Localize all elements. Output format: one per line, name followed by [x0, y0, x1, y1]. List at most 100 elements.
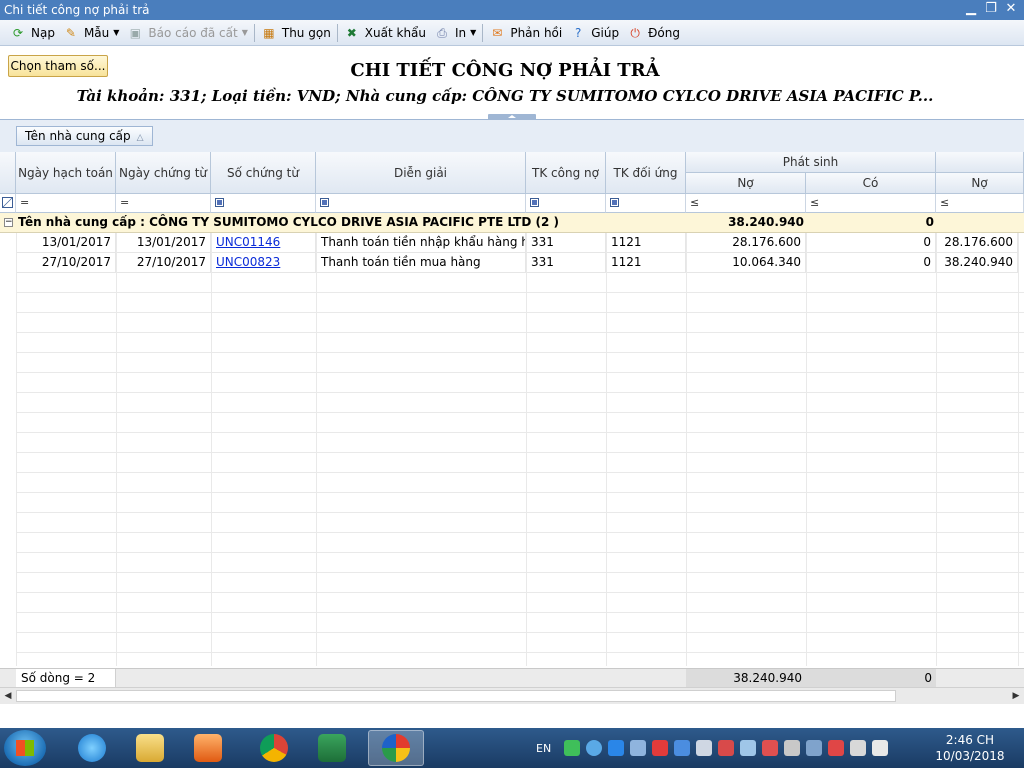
grid-line [526, 233, 527, 666]
cell-ngay-hach-toan: 13/01/2017 [16, 233, 116, 253]
scrollbar-thumb[interactable] [16, 690, 896, 702]
empty-row [16, 373, 1024, 393]
group-label: Tên nhà cung cấp : CÔNG TY SUMITOMO CYLC… [18, 215, 559, 229]
filter-no[interactable]: ≤ [686, 194, 806, 213]
window-title: Chi tiết công nợ phải trả [4, 3, 150, 17]
windows-taskbar: EN 2:46 CH 10/03/2018 [0, 728, 1024, 768]
filter-tk-doi-ung[interactable] [606, 194, 686, 213]
cell-tk-doi-ung: 1121 [606, 253, 686, 273]
cell-ngay-chung-tu: 27/10/2017 [116, 253, 211, 273]
cell-no: 28.176.600 [686, 233, 806, 253]
taskbar-ie[interactable] [64, 730, 120, 766]
voucher-link[interactable]: UNC00823 [216, 255, 280, 269]
system-tray: EN [536, 728, 891, 768]
taskbar-explorer[interactable] [122, 730, 178, 766]
voucher-link[interactable]: UNC01146 [216, 235, 280, 249]
chevron-down-icon: ▼ [113, 28, 120, 37]
minimize-button[interactable]: ▁ [962, 0, 980, 18]
collapse-group-icon[interactable]: − [4, 218, 13, 227]
col-co[interactable]: Có [806, 173, 936, 194]
row-count: Số dòng = 2 [16, 669, 116, 689]
dong-button[interactable]: ⏻ Đóng [623, 22, 684, 44]
unikey-icon[interactable] [718, 740, 735, 756]
col-so-chung-tu[interactable]: Số chứng từ [211, 152, 316, 194]
empty-row [16, 393, 1024, 413]
monitor-icon[interactable] [696, 740, 713, 756]
clock-time: 2:46 CH [945, 733, 995, 747]
connect-icon[interactable] [806, 740, 823, 756]
restore-button[interactable]: ❐ [982, 0, 1000, 18]
col-tk-cong-no[interactable]: TK công nợ [526, 152, 606, 194]
cell-dien-giai: Thanh toán tiền nhập khẩu hàng hóa [316, 233, 526, 253]
report-grid: Tên nhà cung cấp △ Ngày hạch toán Ngày ch… [0, 119, 1024, 704]
grid-line [686, 233, 687, 666]
col-tk-doi-ung[interactable]: TK đối ứng [606, 152, 686, 194]
printer-icon: ⎙ [437, 25, 447, 40]
grid-line [316, 233, 317, 666]
horizontal-scrollbar[interactable]: ◀ ▶ [0, 687, 1024, 704]
col-no[interactable]: Nợ [686, 173, 806, 194]
col-no-2[interactable]: Nợ [936, 173, 1024, 194]
empty-row [16, 593, 1024, 613]
taskbar-misa[interactable] [368, 730, 424, 766]
refresh-icon: ⟳ [12, 25, 24, 40]
taskbar-excel[interactable] [304, 730, 360, 766]
col-dien-giai[interactable]: Diễn giải [316, 152, 526, 194]
mouse-icon[interactable] [784, 740, 801, 756]
network-icon[interactable] [850, 740, 867, 756]
empty-row [16, 533, 1024, 553]
col-ngay-hach-toan[interactable]: Ngày hạch toán [16, 152, 116, 194]
xuat-khau-button[interactable]: ✖ Xuất khẩu [340, 22, 430, 44]
filter-dien-giai[interactable] [316, 194, 526, 213]
close-window-button[interactable]: ✕ [1002, 0, 1020, 18]
filter-co[interactable]: ≤ [806, 194, 936, 213]
cell-no-2: 28.176.600 [936, 233, 1018, 253]
volume-muted-icon[interactable] [872, 740, 889, 756]
clear-filter-icon[interactable] [0, 194, 16, 213]
giup-button[interactable]: ? Giúp [566, 22, 623, 44]
toolbar-divider [336, 23, 338, 42]
filter-tk-cong-no[interactable] [526, 194, 606, 213]
sort-asc-icon: △ [136, 133, 144, 143]
filter-no-2[interactable]: ≤ [936, 194, 1024, 213]
taskbar-chrome[interactable] [246, 730, 302, 766]
scroll-right-icon[interactable]: ▶ [1008, 688, 1024, 704]
m-app-icon[interactable] [630, 740, 647, 756]
group-by-chip[interactable]: Tên nhà cung cấp △ [16, 126, 153, 146]
phan-hoi-button[interactable]: ✉ Phản hồi [485, 22, 566, 44]
network-app-icon[interactable] [564, 740, 581, 756]
start-button[interactable] [4, 730, 46, 766]
thu-gon-button[interactable]: ▦ Thu gọn [257, 22, 335, 44]
empty-row [16, 473, 1024, 493]
scroll-left-icon[interactable]: ◀ [0, 688, 16, 704]
clock[interactable]: 2:46 CH 10/03/2018 [930, 732, 1010, 764]
empty-row [16, 413, 1024, 433]
mau-button[interactable]: ✎ Mẫu ▼ [59, 22, 123, 44]
cell-tk-cong-no: 331 [526, 253, 606, 273]
group-row[interactable]: − Tên nhà cung cấp : CÔNG TY SUMITOMO CY… [0, 213, 1024, 233]
chrome-tray-icon[interactable] [586, 740, 603, 756]
v-app-icon[interactable] [652, 740, 669, 756]
flag-icon[interactable] [828, 740, 845, 756]
col-band-so-du [936, 152, 1024, 173]
zalo-icon[interactable] [608, 740, 625, 756]
dropbox-icon[interactable] [674, 740, 691, 756]
filter-ngay-hach-toan[interactable]: = [16, 194, 116, 213]
grid-line [806, 233, 807, 666]
in-button[interactable]: ⎙ In ▼ [430, 22, 480, 44]
chrome-icon [260, 734, 288, 762]
filter-so-chung-tu[interactable] [211, 194, 316, 213]
grid-line [16, 233, 17, 666]
clock-date: 10/03/2018 [935, 749, 1005, 763]
sync-icon[interactable] [740, 740, 757, 756]
bao-cao-da-cat-button[interactable]: ▣ Báo cáo đã cất ▼ [123, 22, 251, 44]
empty-row [16, 613, 1024, 633]
group-co-total: 0 [925, 215, 934, 229]
language-indicator[interactable]: EN [536, 742, 551, 755]
filter-ngay-chung-tu[interactable]: = [116, 194, 211, 213]
empty-row [16, 313, 1024, 333]
nap-button[interactable]: ⟳ Nạp [6, 22, 59, 44]
col-ngay-chung-tu[interactable]: Ngày chứng từ [116, 152, 211, 194]
security-icon[interactable] [762, 740, 779, 756]
taskbar-media[interactable] [180, 730, 236, 766]
